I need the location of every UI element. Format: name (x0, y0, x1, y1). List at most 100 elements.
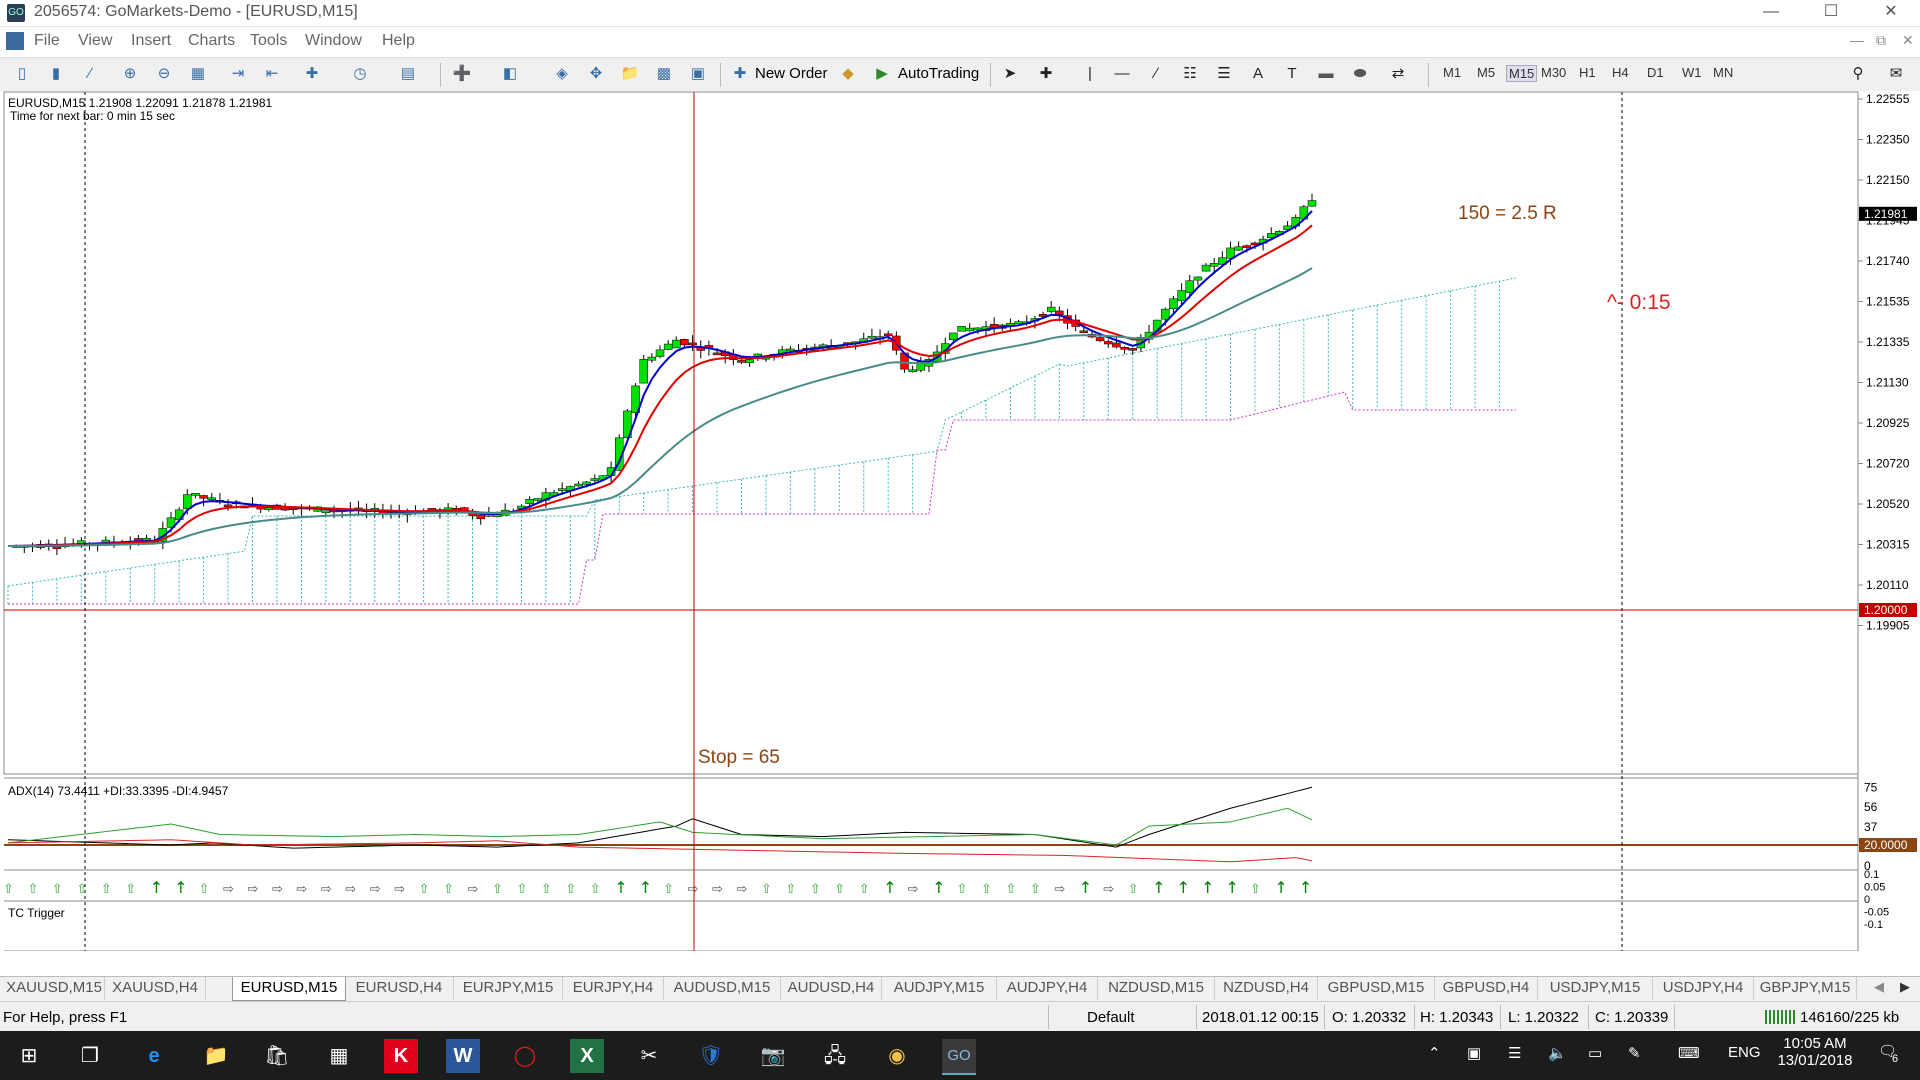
tab-scroll-left-icon[interactable]: ◀ (1874, 979, 1884, 995)
store-icon[interactable]: 🛍 (260, 1039, 294, 1073)
tab-gbpusd-h4[interactable]: GBPUSD,H4 (1435, 977, 1538, 1000)
tab-gbpusd-m15[interactable]: GBPUSD,M15 (1318, 977, 1435, 1000)
tab-nzdusd-m15[interactable]: NZDUSD,M15 (1098, 977, 1215, 1000)
camera-icon[interactable]: 📷 (756, 1039, 790, 1073)
tab-audjpy-h4[interactable]: AUDJPY,H4 (997, 977, 1098, 1000)
menu-tools[interactable]: Tools (250, 32, 287, 50)
horizontal-line-icon[interactable]: — (1110, 63, 1134, 85)
menu-insert[interactable]: Insert (131, 32, 171, 50)
tab-audusd-h4[interactable]: AUDUSD,H4 (781, 977, 882, 1000)
crosshair-icon[interactable]: ✚ (1034, 63, 1058, 85)
strategy-tester-icon[interactable]: ▣ (686, 63, 710, 85)
edge-browser-icon[interactable]: e (137, 1039, 171, 1073)
pen-icon[interactable]: ✎ (1628, 1044, 1641, 1062)
timeframe-m30[interactable]: M30 (1541, 65, 1566, 80)
tab-eurusd-h4[interactable]: EURUSD,H4 (345, 977, 454, 1000)
timeframe-mn[interactable]: MN (1713, 65, 1733, 80)
menu-window[interactable]: Window (305, 32, 362, 50)
chart-minimize-icon[interactable]: — (1850, 32, 1864, 48)
text-label-icon[interactable]: T (1280, 63, 1304, 85)
trendline-icon[interactable]: ∕ (1144, 63, 1168, 85)
menu-help[interactable]: Help (382, 32, 415, 50)
tab-nzdusd-h4[interactable]: NZDUSD,H4 (1215, 977, 1318, 1000)
tab-scroll-right-icon[interactable]: ▶ (1900, 979, 1910, 995)
tab-usdjpy-h4[interactable]: USDJPY,H4 (1653, 977, 1754, 1000)
tab-eurjpy-h4[interactable]: EURJPY,H4 (563, 977, 664, 1000)
arrows-icon[interactable]: ⇄ (1386, 63, 1410, 85)
periods-icon[interactable]: ◷ (348, 63, 372, 85)
language-indicator[interactable]: ENG (1728, 1044, 1761, 1061)
market-watch-icon[interactable]: ◈ (550, 63, 574, 85)
chat-icon[interactable]: ✉ (1884, 63, 1908, 85)
timeframe-m15[interactable]: M15 (1506, 65, 1538, 82)
task-view-icon[interactable]: ❐ (73, 1039, 107, 1073)
zoom-in-icon[interactable]: ⊕ (118, 63, 142, 85)
rectangle-icon[interactable]: ▬ (1314, 63, 1338, 85)
excel-icon[interactable]: X (570, 1039, 604, 1073)
timeframe-m1[interactable]: M1 (1443, 65, 1461, 80)
menu-file[interactable]: File (34, 32, 60, 50)
clock[interactable]: 10:05 AM 13/01/2018 (1770, 1035, 1860, 1069)
metaeditor-icon[interactable]: ◆ (836, 63, 860, 85)
search-icon[interactable]: ⚲ (1846, 63, 1870, 85)
cursor-icon[interactable]: ➤ (998, 63, 1022, 85)
terminal-icon[interactable]: ▩ (652, 63, 676, 85)
candlestick-icon[interactable]: ▮ (44, 63, 68, 85)
tab-audusd-m15[interactable]: AUDUSD,M15 (664, 977, 781, 1000)
new-order-icon[interactable]: ✚ (728, 63, 752, 85)
connection-traffic[interactable]: 146160/225 kb (1800, 1009, 1899, 1026)
chrome-icon[interactable]: ◉ (880, 1039, 914, 1073)
minimize-button[interactable]: — (1748, 0, 1794, 26)
channel-icon[interactable]: ☷ (1178, 63, 1202, 85)
bar-chart-icon[interactable]: ▯ (10, 63, 34, 85)
timeframe-d1[interactable]: D1 (1647, 65, 1664, 80)
autotrading-icon[interactable]: ▶ (870, 63, 894, 85)
profile-name[interactable]: Default (1087, 1009, 1135, 1026)
timeframe-m5[interactable]: M5 (1477, 65, 1495, 80)
vertical-line-icon[interactable]: | (1078, 63, 1102, 85)
menu-view[interactable]: View (78, 32, 112, 50)
text-icon[interactable]: A (1246, 63, 1270, 85)
connection-bars-icon[interactable] (1765, 1010, 1795, 1024)
chart-close-icon[interactable]: ✕ (1902, 32, 1914, 49)
k-app-icon[interactable]: K (384, 1039, 418, 1073)
word-icon[interactable]: W (446, 1039, 480, 1073)
gomarkets-icon[interactable]: GO (942, 1039, 976, 1075)
ellipse-icon[interactable]: ⬬ (1348, 63, 1372, 85)
line-chart-icon[interactable]: ∕ (78, 63, 102, 85)
fibonacci-icon[interactable]: ☰ (1212, 63, 1236, 85)
new-chart-icon[interactable]: ➕ (450, 63, 474, 85)
menu-charts[interactable]: Charts (188, 32, 235, 50)
close-button[interactable]: ✕ (1868, 0, 1914, 26)
price-chart[interactable]: ⇧ ⇧ ⇧ ⇧ ⇧ ⇧ ↑ ↑ ⇧ ⇨ ⇨ ⇨ ⇨ ⇨ ⇨ ⇨ ⇨ ⇧ ⇧ ⇨ ⇧ ⇧ ⇧ ⇧ ⇧ ↑ ↑ ⇧ ⇨ ⇨ ⇨ ⇧ ⇧ ⇧ ⇧ ⇧ ↑ ⇨ ↑ ⇧… (0, 91, 1920, 951)
tab-eurusd-m15[interactable]: EURUSD,M15 (232, 977, 346, 1001)
chart-window-icon[interactable] (6, 32, 24, 50)
tray-device-icon[interactable]: ▣ (1467, 1044, 1481, 1062)
chart-restore-icon[interactable]: ⧉ (1876, 32, 1886, 49)
defender-shield-icon[interactable]: 🛡 (694, 1039, 728, 1073)
keyboard-icon[interactable]: ⌨ (1678, 1044, 1700, 1062)
maximize-button[interactable]: ☐ (1808, 0, 1854, 26)
tab-usdjpy-m15[interactable]: USDJPY,M15 (1538, 977, 1653, 1000)
zoom-out-icon[interactable]: ⊖ (152, 63, 176, 85)
autotrading-button[interactable]: AutoTrading (898, 65, 979, 82)
timeframe-w1[interactable]: W1 (1682, 65, 1702, 80)
chart-app-icon[interactable]: ◯ (508, 1039, 542, 1073)
chart-shift-icon[interactable]: ⇥ (226, 63, 250, 85)
autoscroll-icon[interactable]: ⇤ (260, 63, 284, 85)
indicators-icon[interactable]: ✚ (300, 63, 324, 85)
battery-icon[interactable]: ▭ (1588, 1044, 1602, 1062)
file-explorer-icon[interactable]: 📁 (199, 1039, 233, 1073)
profiles-icon[interactable]: ◧ (498, 63, 522, 85)
tile-windows-icon[interactable]: ▦ (186, 63, 210, 85)
tab-gbpjpy-m15[interactable]: GBPJPY,M15 (1754, 977, 1857, 1000)
navigator-icon[interactable]: 📁 (618, 63, 642, 85)
chart-window[interactable]: ⇧ ⇧ ⇧ ⇧ ⇧ ⇧ ↑ ↑ ⇧ ⇨ ⇨ ⇨ ⇨ ⇨ ⇨ ⇨ ⇨ ⇧ ⇧ ⇨ ⇧ ⇧ ⇧ ⇧ ⇧ ↑ ↑ ⇧ ⇨ ⇨ ⇨ ⇧ ⇧ ⇧ ⇧ ⇧ ↑ ⇨ ↑ ⇧… (0, 91, 1920, 951)
network-app-icon[interactable]: 🖧 (818, 1039, 852, 1073)
tray-chevron-icon[interactable]: ⌃ (1428, 1044, 1441, 1062)
wifi-icon[interactable]: ☰ (1508, 1044, 1521, 1062)
tab-audjpy-m15[interactable]: AUDJPY,M15 (882, 977, 997, 1000)
templates-icon[interactable]: ▤ (396, 63, 420, 85)
volume-icon[interactable]: 🔈 (1548, 1044, 1567, 1062)
data-window-icon[interactable]: ✥ (584, 63, 608, 85)
